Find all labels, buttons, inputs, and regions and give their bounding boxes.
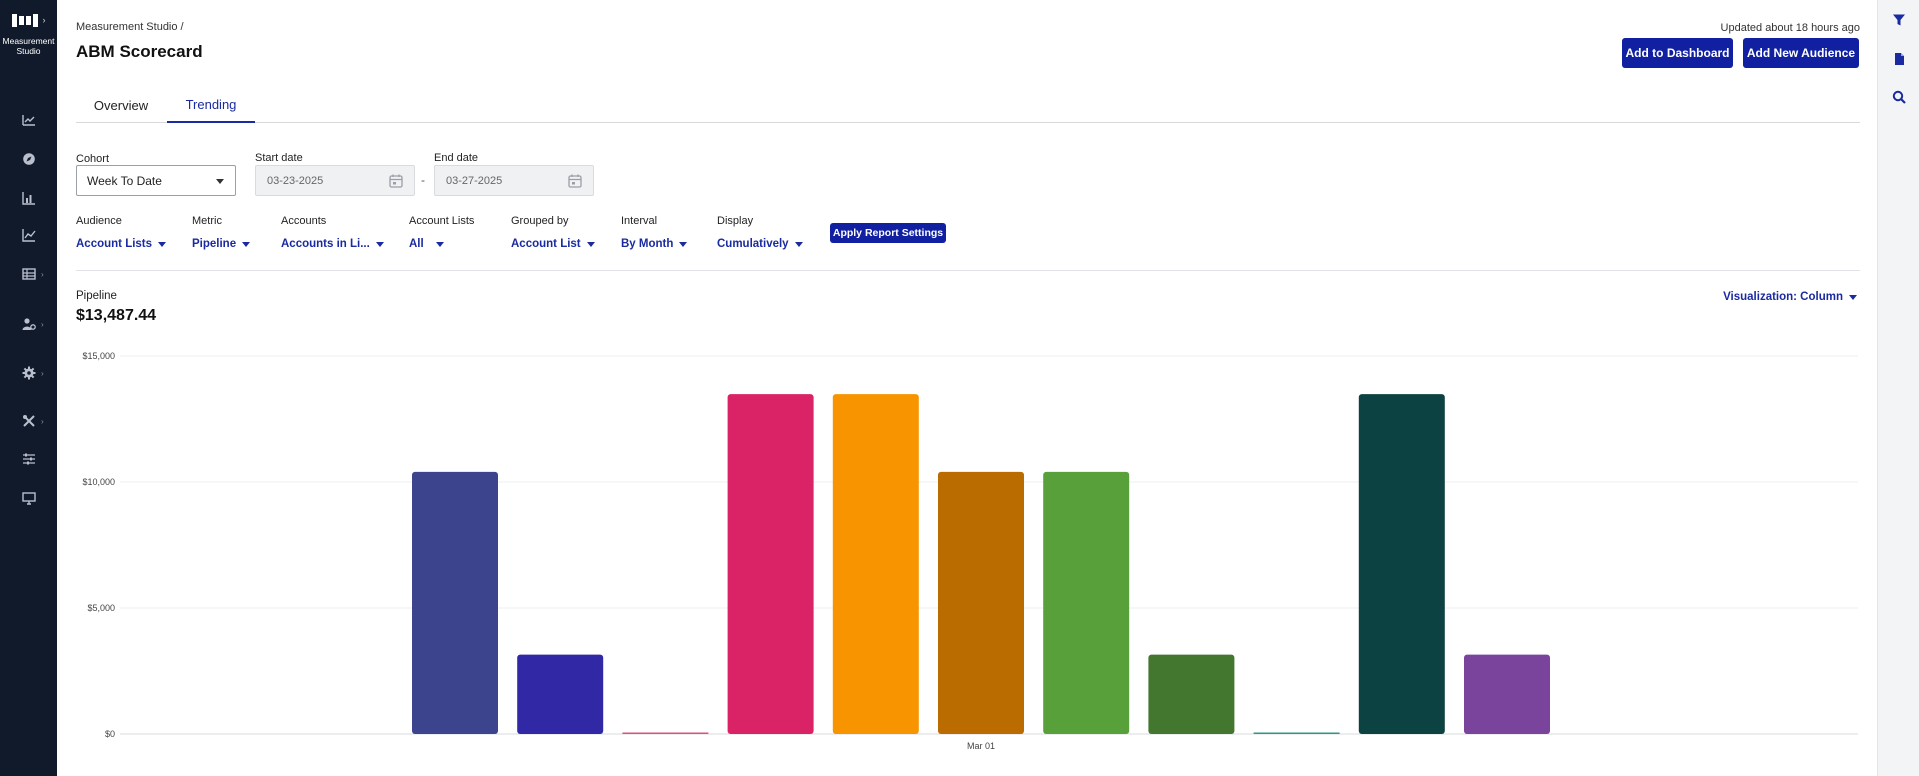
- y-tick-label: $0: [105, 729, 115, 739]
- y-tick-label: $5,000: [87, 603, 115, 613]
- chart-bar[interactable]: [1464, 654, 1550, 734]
- chart-bar[interactable]: [938, 471, 1024, 734]
- chart-bar[interactable]: [1043, 471, 1130, 734]
- chart-bar[interactable]: [622, 732, 709, 735]
- chart-bar[interactable]: [1358, 394, 1445, 734]
- chart-bar[interactable]: [832, 394, 919, 734]
- chart-bar[interactable]: [727, 394, 814, 734]
- y-tick-label: $15,000: [82, 351, 115, 361]
- chart-bar[interactable]: [517, 654, 604, 734]
- chart-bar[interactable]: [412, 471, 498, 734]
- chart-bar[interactable]: [1148, 654, 1235, 734]
- chart-bar[interactable]: [1253, 732, 1340, 735]
- x-tick-label: Mar 01: [967, 741, 995, 751]
- y-tick-label: $10,000: [82, 477, 115, 487]
- column-chart: $0 $5,000 $10,000 $15,000 Mar 01: [82, 351, 1858, 751]
